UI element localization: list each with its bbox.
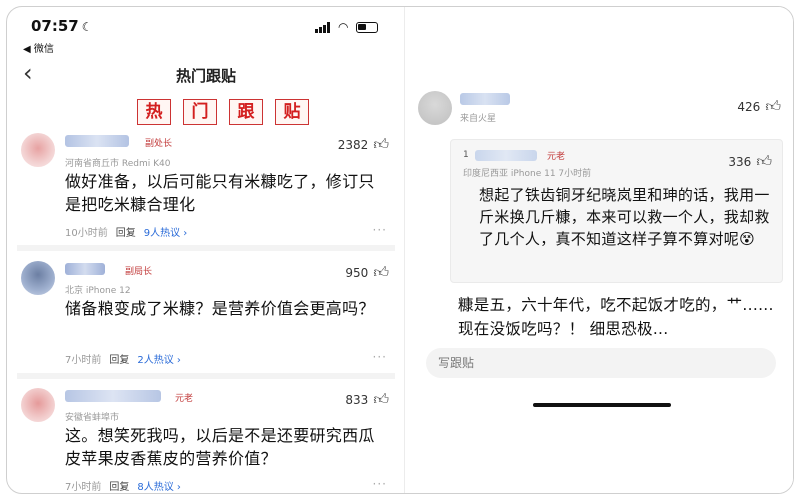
floor-number: 1 bbox=[463, 150, 469, 160]
thumbs-up-icon: 👍︎ bbox=[373, 263, 389, 281]
more-dots-icon[interactable]: ··· bbox=[373, 350, 387, 364]
like-button[interactable]: 336 👍︎ bbox=[728, 152, 772, 171]
comment-text: 想起了铁齿铜牙纪晓岚里和珅的话，我用一斤米换几斤糠，本来可以救一个人，我却救了几… bbox=[479, 186, 770, 248]
thumbs-up-icon: 👍︎ bbox=[756, 152, 772, 170]
like-button[interactable]: 426 👍︎ bbox=[737, 97, 781, 116]
user-badge: 副局长 bbox=[125, 267, 153, 277]
user-badge: 元老 bbox=[547, 152, 566, 162]
thumbs-up-icon: 👍︎ bbox=[373, 390, 389, 408]
avatar[interactable] bbox=[21, 388, 55, 422]
hot-banner: 热 门 跟 贴 bbox=[137, 99, 309, 125]
screenshot-frame: 07:57 ☾ ◀ 微信 ◠ ‹ 热门跟贴 热 门 跟 贴 副处长 2382 👍︎ … bbox=[6, 6, 794, 494]
like-count: 833 bbox=[345, 392, 369, 407]
username[interactable] bbox=[65, 263, 105, 275]
system-icons: ◠ bbox=[315, 20, 379, 34]
comment-text: 储备粮变成了米糠？是营养价值会更高吗？ bbox=[65, 299, 375, 318]
banner-char: 门 bbox=[183, 99, 217, 125]
like-count: 426 bbox=[737, 99, 761, 114]
avatar[interactable] bbox=[21, 133, 55, 167]
comment-text: 这。想笑死我吗，以后是不是还要研究西瓜皮苹果皮香蕉皮的营养价值？ bbox=[65, 426, 375, 468]
battery-icon bbox=[356, 21, 379, 33]
comment-time: 7小时前 bbox=[65, 355, 102, 366]
like-button[interactable]: 2382 👍︎ bbox=[338, 135, 389, 154]
hot-discussion-link[interactable]: 9人热议 › bbox=[144, 224, 188, 239]
like-count: 2382 bbox=[337, 137, 369, 152]
back-to-app-link[interactable]: ◀ 微信 bbox=[23, 40, 54, 55]
comment-time: 7小时前 bbox=[65, 482, 102, 493]
comment-meta: 河南省商丘市 Redmi K40 bbox=[65, 159, 171, 169]
comment-footer: 7小时前 回复 8人热议 › bbox=[65, 478, 181, 493]
like-button[interactable]: 950 👍︎ bbox=[345, 263, 389, 282]
reply-input[interactable]: 写跟贴 bbox=[426, 348, 776, 378]
thumbs-up-icon: 👍︎ bbox=[373, 135, 389, 153]
comment-meta: 安徽省蚌埠市 bbox=[65, 413, 120, 423]
comment-footer: 7小时前 回复 2人热议 › bbox=[65, 351, 181, 366]
thread-panel: 来自火星 426 👍︎ 1 元老 印度尼西亚 iPhone 11 7小时前 336… bbox=[406, 7, 793, 493]
user-badge: 元老 bbox=[175, 394, 194, 404]
hot-discussion-link[interactable]: 8人热议 › bbox=[137, 478, 181, 493]
avatar[interactable] bbox=[418, 91, 452, 125]
username[interactable] bbox=[475, 150, 537, 161]
banner-char: 跟 bbox=[229, 99, 263, 125]
comment-meta: 北京 iPhone 12 bbox=[65, 286, 131, 296]
more-dots-icon[interactable]: ··· bbox=[373, 223, 387, 237]
comment-time: 10小时前 bbox=[65, 228, 108, 239]
username[interactable] bbox=[65, 135, 129, 147]
thumbs-up-icon: 👍︎ bbox=[765, 97, 781, 115]
like-button[interactable]: 833 👍︎ bbox=[345, 390, 389, 409]
more-dots-icon[interactable]: ··· bbox=[373, 477, 387, 491]
user-badge: 副处长 bbox=[145, 139, 173, 149]
divider bbox=[17, 373, 395, 379]
comment-meta: 来自火星 bbox=[460, 114, 497, 124]
quoted-comment: 1 元老 印度尼西亚 iPhone 11 7小时前 336 👍︎ 想起了铁齿铜牙纪… bbox=[450, 139, 783, 283]
like-count: 950 bbox=[345, 265, 369, 280]
comments-panel: 07:57 ☾ ◀ 微信 ◠ ‹ 热门跟贴 热 门 跟 贴 副处长 2382 👍︎ … bbox=[7, 7, 405, 493]
comment-text: 糠是五，六十年代，吃不起饭才吃的，艹......现在没饭吃吗？！ 细思恐极... bbox=[458, 296, 774, 338]
wifi-icon: ◠ bbox=[338, 20, 349, 34]
hot-discussion-link[interactable]: 2人热议 › bbox=[137, 351, 181, 366]
comment-text: 做好准备，以后可能只有米糠吃了，修订只是把吃米糠合理化 bbox=[65, 172, 375, 214]
home-indicator[interactable] bbox=[533, 403, 671, 407]
moon-icon: ☾ bbox=[81, 20, 93, 34]
comment-footer: 10小时前 回复 9人热议 › bbox=[65, 224, 187, 239]
reply-button[interactable]: 回复 bbox=[116, 224, 136, 239]
username[interactable] bbox=[65, 390, 161, 402]
comment-meta: 印度尼西亚 iPhone 11 7小时前 bbox=[463, 169, 592, 179]
username[interactable] bbox=[460, 93, 510, 105]
avatar[interactable] bbox=[21, 261, 55, 295]
banner-char: 热 bbox=[137, 99, 171, 125]
banner-char: 贴 bbox=[275, 99, 309, 125]
page-title: 热门跟贴 bbox=[175, 67, 236, 85]
divider bbox=[17, 245, 395, 251]
reply-button[interactable]: 回复 bbox=[109, 478, 129, 493]
status-time: 07:57 ☾ bbox=[31, 17, 93, 35]
signal-icon bbox=[315, 21, 330, 33]
reply-button[interactable]: 回复 bbox=[109, 351, 129, 366]
like-count: 336 bbox=[728, 154, 752, 169]
